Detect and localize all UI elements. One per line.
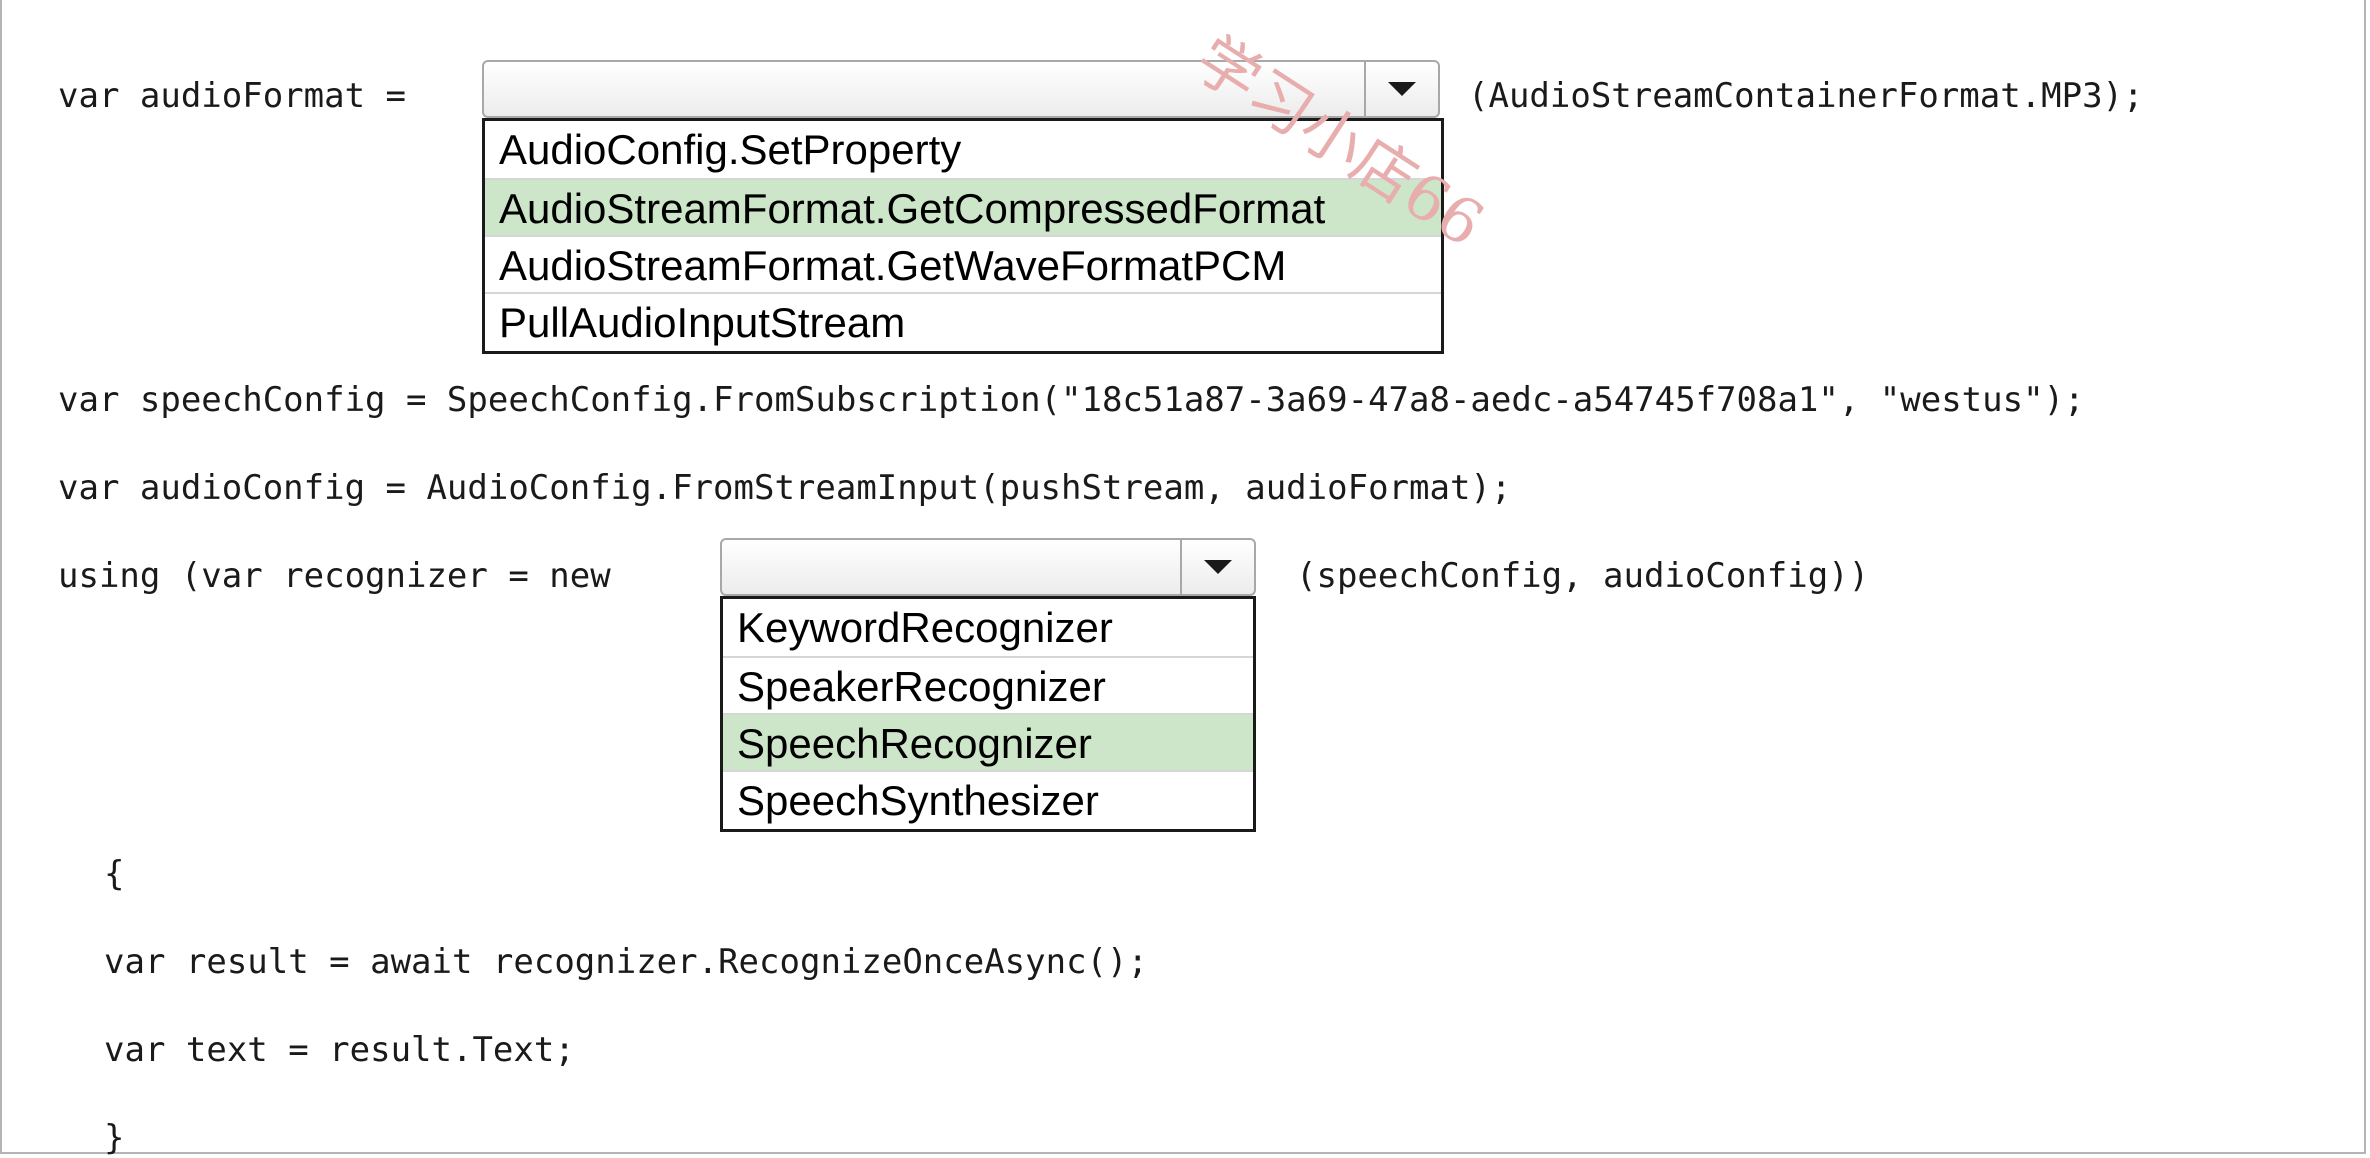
code-text-line: var text = result.Text; [104,1030,575,1070]
recognizer-options-list: KeywordRecognizer SpeakerRecognizer Spee… [720,596,1256,832]
code-open-brace: { [104,854,125,894]
recognizer-option[interactable]: SpeechSynthesizer [723,770,1253,827]
code-close-brace: } [104,1118,125,1158]
audio-format-option[interactable]: AudioStreamFormat.GetWaveFormatPCM [485,235,1441,292]
chevron-down-icon [1388,82,1416,96]
recognizer-dropdown-toggle[interactable] [1180,540,1254,594]
code-audio-format-prefix: var audioFormat = [58,76,406,116]
recognizer-option[interactable]: KeywordRecognizer [723,599,1253,656]
code-recognizer-prefix: using (var recognizer = new [58,556,611,596]
code-recognizer-suffix: (speechConfig, audioConfig)) [1296,556,1870,596]
chevron-down-icon [1204,560,1232,574]
code-result-line: var result = await recognizer.RecognizeO… [104,942,1148,982]
code-audio-config: var audioConfig = AudioConfig.FromStream… [58,468,1512,508]
audio-format-option-selected[interactable]: AudioStreamFormat.GetCompressedFormat [485,178,1441,235]
recognizer-option[interactable]: SpeakerRecognizer [723,656,1253,713]
code-speech-config: var speechConfig = SpeechConfig.FromSubs… [58,380,2085,420]
recognizer-option-selected[interactable]: SpeechRecognizer [723,713,1253,770]
recognizer-dropdown[interactable] [720,538,1256,596]
code-audio-format-suffix: (AudioStreamContainerFormat.MP3); [1468,76,2144,116]
audio-format-option[interactable]: PullAudioInputStream [485,292,1441,349]
